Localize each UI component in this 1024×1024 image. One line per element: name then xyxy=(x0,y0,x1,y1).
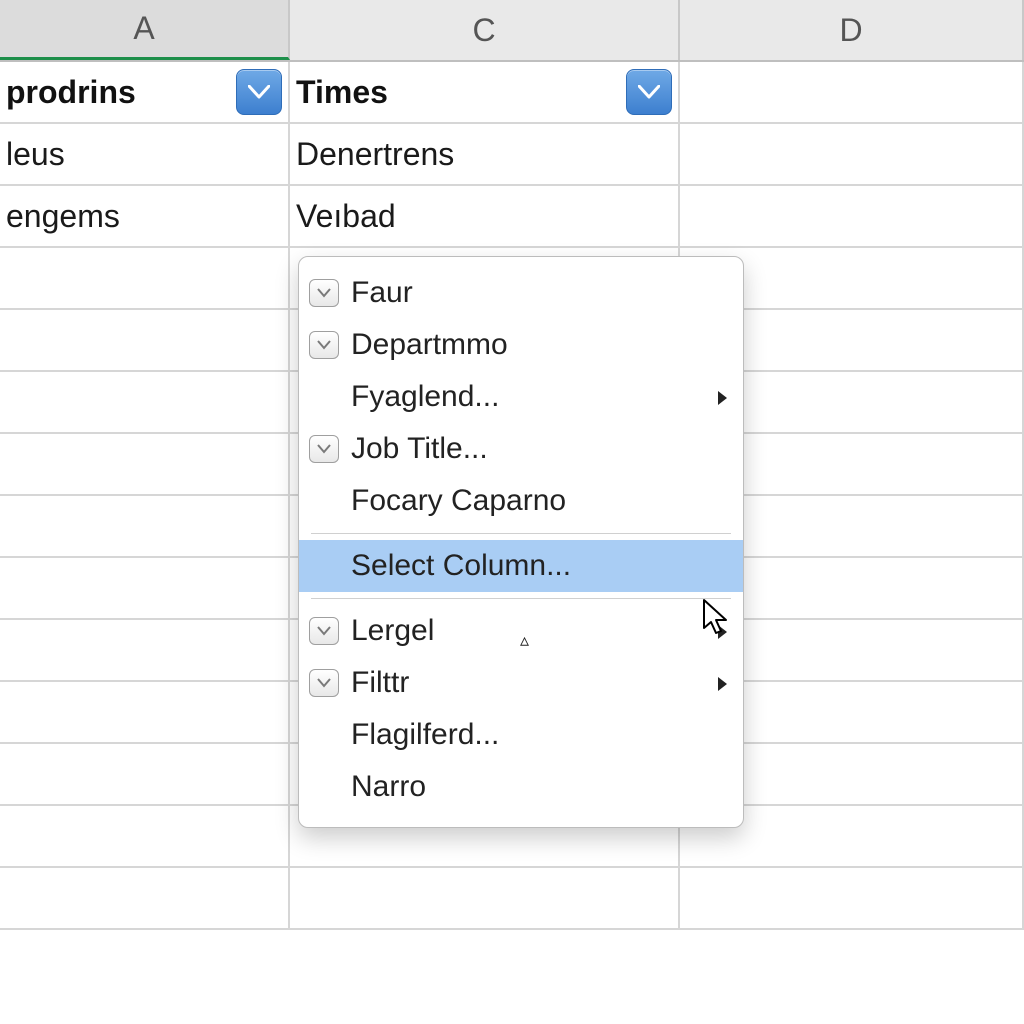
menu-item-label: Filttr xyxy=(351,666,717,700)
menu-item-select-column[interactable]: Select Column... xyxy=(299,540,743,592)
cell[interactable] xyxy=(0,620,290,680)
menu-item-label: Flagilferd... xyxy=(351,718,729,752)
menu-item-label: Narro xyxy=(351,770,729,804)
column-header-a-label: A xyxy=(133,10,154,47)
cell[interactable] xyxy=(0,806,290,866)
submenu-arrow-icon xyxy=(717,614,729,648)
menu-separator xyxy=(311,598,731,599)
table-row: prodrins Times xyxy=(0,62,1024,124)
cell[interactable] xyxy=(0,682,290,742)
table-row xyxy=(0,868,1024,930)
menu-item-faur[interactable]: Faur xyxy=(299,267,743,319)
cell[interactable] xyxy=(0,744,290,804)
menu-item-label: Departmmo xyxy=(351,328,729,362)
cell[interactable] xyxy=(0,558,290,618)
checkbox-icon xyxy=(309,279,339,307)
cell-c1-text: Times xyxy=(296,74,388,111)
menu-item-narro[interactable]: Narro xyxy=(299,761,743,813)
chevron-down-icon xyxy=(638,85,660,99)
menu-item-label: Lergel xyxy=(351,614,717,648)
cell[interactable] xyxy=(290,868,680,928)
submenu-arrow-icon xyxy=(717,666,729,700)
cell-a1-text: prodrins xyxy=(6,74,136,111)
menu-item-label: Faur xyxy=(351,276,729,310)
checkbox-icon xyxy=(309,331,339,359)
menu-item-flagilferd[interactable]: Flagilferd... xyxy=(299,709,743,761)
cell[interactable] xyxy=(680,868,1024,928)
menu-item-label: Job Title... xyxy=(351,432,729,466)
menu-item-label: Focary Caparno xyxy=(351,484,729,518)
cell-a3-text: engems xyxy=(6,198,120,235)
cell-c2-text: Denertrens xyxy=(296,136,454,173)
menu-item-focary-caparno[interactable]: Focary Caparno xyxy=(299,475,743,527)
context-menu: Faur Departmmo Fyaglend... Job Title... … xyxy=(298,256,744,828)
cell-c3-text: Veıbad xyxy=(296,198,396,235)
menu-item-filttr[interactable]: Filttr xyxy=(299,657,743,709)
cell-a2-text: leus xyxy=(6,136,65,173)
checkbox-icon xyxy=(309,617,339,645)
cell-a2[interactable]: leus xyxy=(0,124,290,184)
column-header-d[interactable]: D xyxy=(680,0,1024,60)
menu-item-job-title[interactable]: Job Title... xyxy=(299,423,743,475)
cell[interactable] xyxy=(0,248,290,308)
checkbox-icon xyxy=(309,435,339,463)
column-header-strip: A C D xyxy=(0,0,1024,62)
checkbox-icon xyxy=(309,669,339,697)
menu-item-lergel[interactable]: Lergel xyxy=(299,605,743,657)
cell[interactable] xyxy=(0,372,290,432)
menu-item-label: Select Column... xyxy=(351,549,729,583)
menu-item-fyaglend[interactable]: Fyaglend... xyxy=(299,371,743,423)
column-header-c-label: C xyxy=(472,12,495,49)
menu-item-departmmo[interactable]: Departmmo xyxy=(299,319,743,371)
filter-dropdown-button[interactable] xyxy=(236,69,282,115)
menu-separator xyxy=(311,533,731,534)
cell-c3[interactable]: Veıbad xyxy=(290,186,680,246)
cell-c2[interactable]: Denertrens xyxy=(290,124,680,184)
menu-item-label: Fyaglend... xyxy=(351,380,717,414)
cell[interactable] xyxy=(0,310,290,370)
cell-c1[interactable]: Times xyxy=(290,62,680,122)
cell[interactable] xyxy=(0,434,290,494)
filter-dropdown-button[interactable] xyxy=(626,69,672,115)
cell[interactable] xyxy=(0,868,290,928)
cell-d2[interactable] xyxy=(680,124,1024,184)
column-header-c[interactable]: C xyxy=(290,0,680,60)
cell-d3[interactable] xyxy=(680,186,1024,246)
chevron-down-icon xyxy=(248,85,270,99)
table-row: engems Veıbad xyxy=(0,186,1024,248)
cell-d1[interactable] xyxy=(680,62,1024,122)
cell-a3[interactable]: engems xyxy=(0,186,290,246)
cell[interactable] xyxy=(0,496,290,556)
cell-a1[interactable]: prodrins xyxy=(0,62,290,122)
submenu-arrow-icon xyxy=(717,380,729,414)
table-row: leus Denertrens xyxy=(0,124,1024,186)
column-header-a[interactable]: A xyxy=(0,0,290,60)
column-header-d-label: D xyxy=(839,12,862,49)
